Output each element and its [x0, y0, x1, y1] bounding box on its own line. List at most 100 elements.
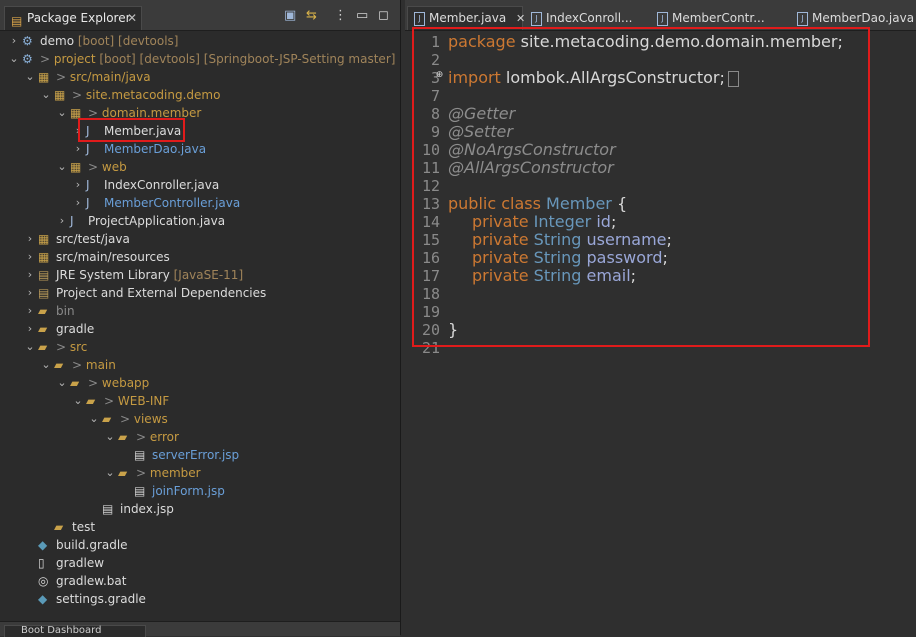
collapse-all-icon[interactable]: ▣ — [284, 8, 296, 23]
chevron-right-icon[interactable]: › — [72, 194, 84, 212]
chevron-right-icon[interactable]: › — [56, 212, 68, 230]
package-explorer-view: ▤ Package Explorer ✕ ▣ ⇆ ⋮ ▭ ◻ › ⚙ demo [b… — [0, 0, 401, 637]
chevron-down-icon[interactable]: ⌄ — [72, 392, 84, 410]
tab-package-explorer[interactable]: ▤ Package Explorer ✕ — [4, 6, 142, 30]
label-text: gradle — [56, 322, 95, 336]
label-text: main — [85, 358, 116, 372]
chevron-down-icon[interactable]: ⌄ — [24, 68, 36, 86]
label-text: test — [72, 520, 96, 534]
java-file-icon: J — [657, 11, 668, 26]
tree-item-label: > views — [120, 410, 168, 428]
chevron-right-icon[interactable]: › — [24, 284, 36, 302]
tree-item-label: Project and External Dependencies — [56, 284, 266, 302]
jsp-file-icon: ▤ — [102, 502, 114, 516]
dirty-prefix: > — [104, 394, 118, 408]
highlight-box-code — [412, 27, 870, 347]
chevron-down-icon[interactable]: ⌄ — [40, 356, 52, 374]
tree-item-label: > project [boot] [devtools] [Springboot-… — [40, 50, 395, 68]
package-icon: ▦ — [70, 160, 82, 174]
java-file-icon: J — [70, 214, 74, 228]
folder-icon: ▰ — [54, 520, 64, 534]
file-icon: ▯ — [38, 556, 45, 570]
chevron-down-icon[interactable]: ⌄ — [56, 104, 68, 122]
tree-item-label: ProjectApplication.java — [88, 212, 225, 230]
tree-item-label: serverError.jsp — [152, 446, 239, 464]
gradle-file-icon: ◆ — [38, 538, 48, 552]
maximize-icon[interactable]: ◻ — [378, 8, 389, 23]
chevron-down-icon[interactable]: ⌄ — [40, 86, 52, 104]
chevron-down-icon[interactable]: ⌄ — [56, 158, 68, 176]
label-text: webapp — [101, 376, 150, 390]
dirty-prefix: > — [56, 340, 70, 354]
project-tree: › ⚙ demo [boot] [devtools] ⌄ ⚙ > project [boo… — [0, 31, 400, 621]
tree-item-label: > main — [72, 356, 116, 374]
label-text: demo — [40, 34, 75, 48]
tab-boot-dashboard[interactable]: Boot Dashboard — [4, 625, 146, 637]
java-file-icon: J — [414, 11, 425, 26]
chevron-right-icon[interactable]: › — [24, 266, 36, 284]
tab-label: Package Explorer — [27, 11, 131, 25]
chevron-right-icon[interactable]: › — [24, 230, 36, 248]
editor-tab-label: Member.java — [429, 11, 507, 25]
label-text: gradlew — [56, 556, 105, 570]
folder-icon: ▰ — [86, 394, 96, 408]
bat-file-icon: ◎ — [38, 574, 49, 588]
tree-item-label: bin — [56, 302, 75, 320]
tree-item-label: > member — [136, 464, 201, 482]
chevron-down-icon[interactable]: ⌄ — [8, 50, 20, 68]
chevron-right-icon[interactable]: › — [8, 32, 20, 50]
folder-icon: ▰ — [102, 412, 112, 426]
source-folder-icon: ▦ — [38, 232, 50, 246]
tree-item-label: JRE System Library [JavaSE-11] — [56, 266, 243, 284]
label-text: member — [149, 466, 201, 480]
library-icon: ▤ — [38, 268, 50, 282]
label-text: gradlew.bat — [56, 574, 127, 588]
tree-item-label: settings.gradle — [56, 590, 146, 608]
java-file-icon: J — [531, 11, 542, 26]
tree-item-label: > src — [56, 338, 87, 356]
minimize-icon[interactable]: ▭ — [356, 8, 368, 23]
chevron-down-icon[interactable]: ⌄ — [88, 410, 100, 428]
explorer-tab-bar: ▤ Package Explorer ✕ ▣ ⇆ ⋮ ▭ ◻ — [0, 0, 400, 31]
folder-icon: ▰ — [70, 376, 80, 390]
java-file-icon: J — [86, 178, 90, 192]
dirty-prefix: > — [88, 376, 102, 390]
project-icon: ⚙ — [22, 34, 33, 48]
link-with-editor-icon[interactable]: ⇆ — [306, 8, 317, 23]
source-folder-icon: ▦ — [38, 250, 50, 264]
chevron-down-icon[interactable]: ⌄ — [24, 338, 36, 356]
close-icon[interactable]: ✕ — [127, 7, 137, 29]
view-menu-icon[interactable]: ⋮ — [334, 8, 347, 23]
editor-tab-label: MemberDao.java — [812, 11, 915, 25]
tree-item-label: > webapp — [88, 374, 149, 392]
chevron-right-icon[interactable]: › — [24, 320, 36, 338]
tree-item-label: src/main/resources — [56, 248, 170, 266]
label-text: web — [101, 160, 127, 174]
code-editor[interactable]: 1 2 3 7 8 9 10 11 12 13 14 15 16 17 18 19 20 21 ⊕ package… — [405, 27, 916, 635]
tree-item-label: MemberController.java — [104, 194, 240, 212]
label-text: error — [149, 430, 179, 444]
folder-icon: ▰ — [38, 340, 48, 354]
label-text: MemberController.java — [104, 196, 241, 210]
java-file-icon: J — [86, 196, 90, 210]
dirty-prefix: > — [120, 412, 134, 426]
package-explorer-icon: ▤ — [11, 14, 23, 28]
chevron-down-icon[interactable]: ⌄ — [56, 374, 68, 392]
tree-item-label: IndexConroller.java — [104, 176, 219, 194]
folder-icon: ▰ — [118, 466, 128, 480]
label-text: serverError.jsp — [152, 448, 240, 462]
chevron-right-icon[interactable]: › — [72, 176, 84, 194]
chevron-down-icon[interactable]: ⌄ — [104, 428, 116, 446]
label-text: build.gradle — [56, 538, 128, 552]
label-text: settings.gradle — [56, 592, 146, 606]
close-icon[interactable]: ✕ — [516, 12, 525, 25]
chevron-down-icon[interactable]: ⌄ — [104, 464, 116, 482]
chevron-right-icon[interactable]: › — [72, 140, 84, 158]
label-text: src/main/resources — [56, 250, 170, 264]
tab-label: Boot Dashboard — [21, 625, 102, 636]
chevron-right-icon[interactable]: › — [24, 302, 36, 320]
dirty-prefix: > — [72, 358, 86, 372]
decorator-suffix: [boot] [devtools] [Springboot-JSP-Settin… — [95, 52, 396, 66]
chevron-right-icon[interactable]: › — [24, 248, 36, 266]
label-text: Project and External Dependencies — [56, 286, 267, 300]
